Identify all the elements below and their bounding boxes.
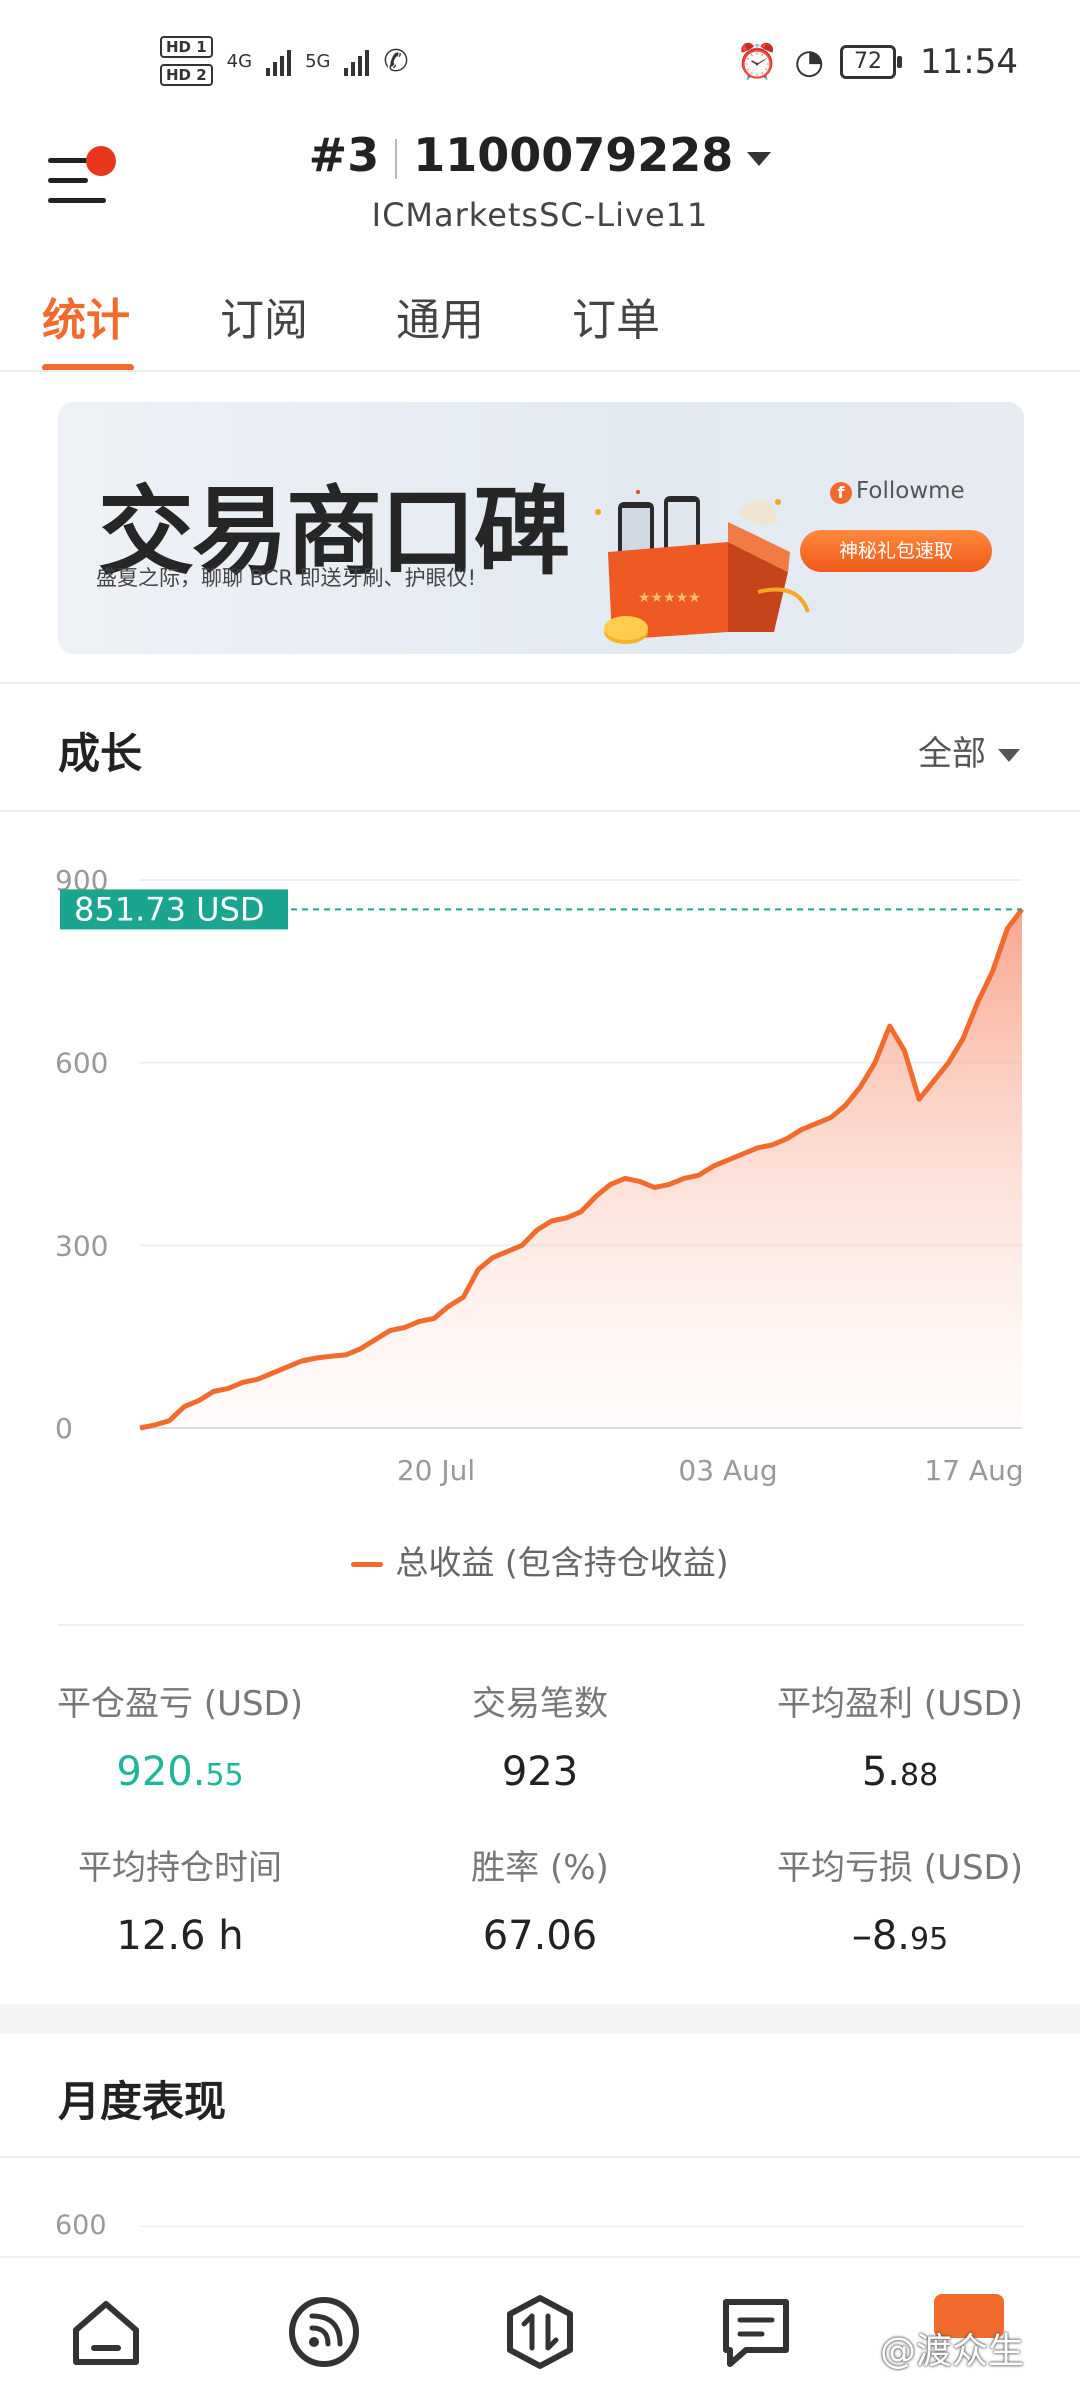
speed-icon: ◔ [794,42,825,82]
stat-avg-hold-time: 平均持仓时间 12.6 h [78,1848,282,1959]
monthly-y-tick: 600 [55,2210,107,2241]
x-tick-label: 20 Jul [397,1454,475,1487]
x-tick-label: 17 Aug [924,1454,1023,1487]
trade-icon[interactable] [500,2292,580,2372]
server-name: ICMarketsSC-Live11 [371,196,709,234]
x-tick-label: 03 Aug [678,1454,777,1487]
network-type-2: 5G [305,50,331,72]
chart-legend: 总收益 (包含持仓收益) [0,1536,1080,1584]
tab-orders[interactable]: 订单 [572,284,660,348]
status-bar: HD 1 HD 2 4G 5G ✆ ⏰ ◔ 72 11:54 [0,0,1080,130]
hd2-indicator: HD 2 [160,64,213,86]
chevron-down-icon [747,151,772,166]
brand-logo: f Followme [830,478,965,504]
feed-icon[interactable] [284,2292,364,2372]
signal-icon-2 [344,46,370,76]
growth-area [140,909,1022,1428]
stat-closed-pnl: 平仓盈亏 (USD) 920.55 [57,1684,303,1795]
stat-win-rate: 胜率 (%) 67.06 [471,1848,609,1959]
gift-claim-button[interactable]: 神秘礼包速取 [800,530,992,572]
stat-avg-loss: 平均亏损 (USD) –8.95 [777,1848,1023,1959]
growth-title: 成长 [58,729,143,778]
range-dropdown[interactable]: 全部 [918,726,1020,775]
followme-logo-icon: f [830,482,852,504]
battery-icon: 72 [840,45,903,79]
legend-swatch [351,1562,384,1567]
promo-banner[interactable]: 交易商口碑 盛夏之际，聊聊 BCR 即送牙刷、护眼仪! ★★★★★ f Follo… [58,402,1024,654]
network-type-1: 4G [226,50,253,72]
y-tick-label: 600 [55,1047,108,1080]
growth-chart: 9006003000 851.73 USD 20 Jul 03 Aug 17 Aug [55,864,1024,1487]
phone-call-icon: ✆ [383,43,409,79]
tab-subscribe[interactable]: 订阅 [220,284,308,348]
chevron-down-icon [998,749,1020,762]
alarm-icon: ⏰ [736,42,779,82]
account-index: #3 [308,128,380,182]
current-value-label: 851.73 USD [74,890,265,928]
y-tick-label: 300 [55,1229,108,1262]
gift-box-icon: ★★★★★ [595,490,810,644]
y-tick-label: 0 [55,1412,73,1445]
svg-text:★★★★★: ★★★★★ [638,590,701,606]
hd1-indicator: HD 1 [160,36,213,58]
tab-statistics[interactable]: 统计 [42,284,130,348]
tab-bar: 统计 订阅 通用 订单 [0,280,1080,371]
tab-general[interactable]: 通用 [396,284,484,348]
stat-avg-profit: 平均盈利 (USD) 5.88 [777,1684,1023,1795]
watermark: @渡众生 [880,2331,1025,2372]
messages-icon[interactable] [716,2292,796,2372]
monthly-title: 月度表现 [58,2077,227,2126]
signal-icon [266,46,292,76]
account-number: 1100079228 [413,128,734,182]
stat-trade-count: 交易笔数 923 [472,1684,608,1795]
banner-subtitle: 盛夏之际，聊聊 BCR 即送牙刷、护眼仪! [96,566,477,590]
clock: 11:54 [920,42,1018,82]
account-selector[interactable]: #3 1100079228 [0,128,1080,182]
home-icon[interactable] [66,2292,146,2372]
